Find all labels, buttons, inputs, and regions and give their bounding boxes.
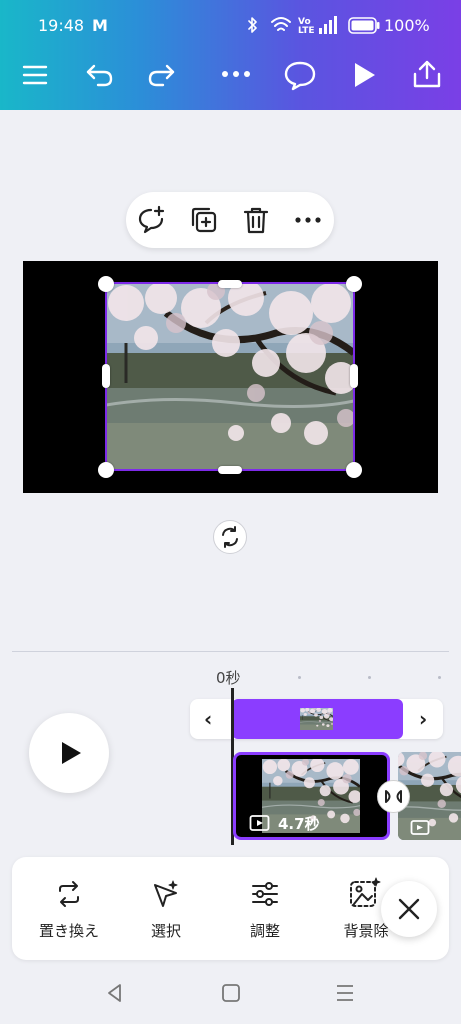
add-comment-icon[interactable]	[136, 204, 168, 236]
undo-icon[interactable]	[84, 58, 116, 90]
time-tick	[438, 676, 441, 679]
time-marker: 0秒	[216, 669, 241, 687]
timeline-play-button[interactable]	[29, 713, 109, 793]
duplicate-icon[interactable]	[188, 204, 220, 236]
tool-label: 置き換え	[38, 922, 99, 940]
replace-icon	[54, 879, 84, 909]
tool-label: 選択	[150, 922, 181, 940]
tool-label: 調整	[249, 922, 280, 940]
nav-home-icon[interactable]	[220, 982, 242, 1004]
resize-handle-top[interactable]	[218, 280, 242, 288]
video-clip[interactable]: 4.7秒	[233, 752, 390, 840]
clip-duration: 4.7秒	[278, 815, 320, 833]
chevron-right-icon[interactable]: ›	[419, 707, 427, 731]
bluetooth-icon	[248, 16, 258, 38]
chevron-left-icon[interactable]: ‹	[204, 707, 212, 731]
bg-remove-icon	[348, 877, 382, 911]
element-toolbar	[126, 192, 334, 248]
signal-icon	[318, 16, 340, 38]
video-icon	[249, 814, 273, 832]
menu-icon[interactable]	[20, 60, 50, 90]
tool-replace[interactable]: 置き換え	[29, 857, 109, 960]
battery-percent: 100%	[384, 16, 430, 35]
mail-icon: M	[92, 16, 108, 35]
more-options-icon[interactable]	[220, 62, 252, 86]
timeline-divider	[12, 651, 449, 652]
nav-recents-icon[interactable]	[334, 982, 356, 1004]
select-icon	[151, 879, 181, 909]
resize-handle-left[interactable]	[102, 364, 110, 388]
delete-icon[interactable]	[240, 204, 272, 236]
time-tick	[298, 676, 301, 679]
nav-back-icon[interactable]	[104, 982, 126, 1004]
resize-handle-top-right[interactable]	[346, 276, 362, 292]
share-icon[interactable]	[411, 58, 443, 90]
battery-icon	[348, 17, 380, 38]
video-icon	[410, 818, 432, 836]
time-tick	[368, 676, 371, 679]
resize-handle-bottom[interactable]	[218, 466, 242, 474]
selection-frame	[105, 282, 355, 471]
rotate-button[interactable]	[213, 520, 247, 554]
resize-handle-bottom-right[interactable]	[346, 462, 362, 478]
tool-select[interactable]: 選択	[126, 857, 206, 960]
wifi-icon	[270, 16, 292, 38]
resize-handle-bottom-left[interactable]	[98, 462, 114, 478]
resize-handle-right[interactable]	[350, 364, 358, 388]
comment-icon[interactable]	[283, 58, 317, 92]
volte-icon: Vo LTE	[298, 17, 315, 36]
resize-handle-top-left[interactable]	[98, 276, 114, 292]
audio-thumbnail	[300, 708, 333, 730]
more-icon[interactable]	[292, 204, 324, 236]
close-button[interactable]	[381, 881, 437, 937]
redo-icon[interactable]	[145, 58, 177, 90]
play-icon[interactable]	[350, 60, 378, 90]
tool-adjust[interactable]: 調整	[225, 857, 305, 960]
adjust-icon	[250, 879, 280, 909]
transition-button[interactable]	[377, 780, 410, 813]
status-time: 19:48	[38, 16, 85, 35]
